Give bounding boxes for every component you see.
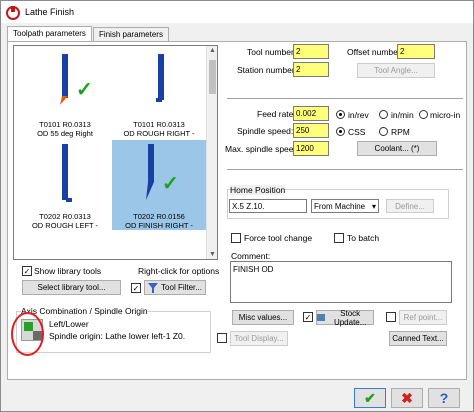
tool-list-scrollbar[interactable]: ▲ ▼ <box>206 46 217 259</box>
tool-number-label: T0202 R0.0156 <box>133 212 185 221</box>
stock-update-label: Stock Update... <box>333 308 367 327</box>
selected-check-icon: ✓ <box>76 79 93 101</box>
divider <box>227 98 463 99</box>
ok-check-icon: ✔ <box>364 389 376 406</box>
micro-in-radio[interactable] <box>419 110 428 119</box>
in-min-radio[interactable] <box>379 110 388 119</box>
max-spindle-speed-input[interactable]: 1200 <box>293 141 329 156</box>
ref-point-button[interactable]: Ref point... <box>399 310 447 325</box>
rpm-radio[interactable] <box>379 127 388 136</box>
scroll-up-icon[interactable]: ▲ <box>209 47 216 54</box>
tool-item[interactable]: T0202 R0.0313 OD ROUGH LEFT - <box>18 140 112 230</box>
right-click-hint: Right-click for options <box>138 266 220 276</box>
spindle-speed-input[interactable]: 250 <box>293 123 329 138</box>
title-bar: Lathe Finish <box>1 1 473 23</box>
stock-update-button[interactable]: Stock Update... <box>316 308 374 327</box>
divider <box>227 169 463 170</box>
tool-desc-label: OD FINISH RIGHT - <box>125 221 193 230</box>
stock-update-checkbox[interactable]: ✓ <box>303 312 313 322</box>
tool-item-selected[interactable]: ✓ T0202 R0.0156 OD FINISH RIGHT - <box>112 140 206 230</box>
home-mode-value: From Machine <box>314 202 366 211</box>
micro-in-label: micro-in <box>430 110 461 120</box>
ref-point-checkbox[interactable] <box>386 312 396 322</box>
tool-holder-image <box>62 144 68 200</box>
offset-number-input[interactable]: 2 <box>397 44 435 59</box>
scroll-thumb[interactable] <box>209 60 216 94</box>
window-title: Lathe Finish <box>25 7 75 17</box>
insert-tip-icon <box>60 96 68 105</box>
max-spindle-speed-label: Max. spindle speed: <box>225 144 301 154</box>
tool-angle-button[interactable]: Tool Angle... <box>357 63 435 78</box>
css-radio[interactable] <box>336 127 345 136</box>
scroll-down-icon[interactable]: ▼ <box>209 251 216 258</box>
tab-toolpath-parameters[interactable]: Toolpath parameters <box>7 26 92 41</box>
tool-list[interactable]: ✓ T0101 R0.0313 OD 55 deg Right T0101 R0.… <box>13 45 218 260</box>
tool-desc-label: OD 55 deg Right <box>37 129 93 138</box>
rpm-label: RPM <box>391 127 410 137</box>
spindle-origin-label: Spindle origin: Lathe lower left-1 Z0. <box>49 331 186 341</box>
misc-values-button[interactable]: Misc values... <box>232 310 294 325</box>
comment-textarea[interactable]: FINISH OD <box>230 261 452 303</box>
station-number-input[interactable]: 2 <box>293 62 329 77</box>
tab-finish-parameters[interactable]: Finish parameters <box>92 27 169 41</box>
force-tool-change-label: Force tool change <box>244 233 313 243</box>
canned-text-button[interactable]: Canned Text... <box>389 331 447 346</box>
define-button[interactable]: Define... <box>386 199 434 213</box>
in-min-label: in/min <box>391 110 414 120</box>
css-label: CSS <box>348 127 366 137</box>
tool-number-label: Tool number: <box>247 47 297 57</box>
mastercam-app-icon <box>5 4 21 20</box>
tab-strip: Toolpath parameters Finish parameters <box>7 26 170 41</box>
in-rev-label: in/rev <box>348 110 369 120</box>
axis-combination-title: Axis Combination / Spindle Origin <box>21 306 148 316</box>
annotation-circle <box>11 312 44 356</box>
select-library-tool-button[interactable]: Select library tool... <box>22 280 121 295</box>
tool-display-button[interactable]: Tool Display... <box>230 331 288 346</box>
tool-desc-label: OD ROUGH LEFT - <box>31 221 99 230</box>
insert-tip-icon <box>66 198 72 202</box>
coolant-button[interactable]: Coolant... (*) <box>357 141 437 156</box>
tool-display-checkbox[interactable] <box>217 333 227 343</box>
cancel-x-icon: ✖ <box>401 389 413 406</box>
home-mode-select[interactable]: From Machine ▾ <box>311 199 379 213</box>
ok-button[interactable]: ✔ <box>354 388 386 408</box>
to-batch-checkbox[interactable] <box>334 233 344 243</box>
in-rev-radio[interactable] <box>336 110 345 119</box>
selected-check-icon: ✓ <box>162 173 179 195</box>
tool-item[interactable]: ✓ T0101 R0.0313 OD 55 deg Right <box>18 48 112 138</box>
tool-holder-image <box>158 54 164 100</box>
insert-tip-icon <box>156 98 162 102</box>
home-position-title: Home Position <box>230 185 286 195</box>
stock-icon <box>317 314 326 321</box>
tool-filter-button[interactable]: Tool Filter... <box>144 280 206 295</box>
tool-number-input[interactable]: 2 <box>293 44 329 59</box>
home-coords-input[interactable]: X.5 Z.10. <box>229 199 307 213</box>
chevron-down-icon: ▾ <box>371 202 376 211</box>
tool-filter-label: Tool Filter... <box>161 283 202 292</box>
show-library-tools-label: Show library tools <box>34 266 102 276</box>
cancel-button[interactable]: ✖ <box>391 388 423 408</box>
lathe-finish-dialog: Lathe Finish Toolpath parameters Finish … <box>0 0 474 412</box>
feed-rate-label: Feed rate: <box>257 109 296 119</box>
offset-number-label: Offset number: <box>347 47 404 57</box>
tool-desc-label: OD ROUGH RIGHT - <box>123 129 195 138</box>
spindle-speed-label: Spindle speed: <box>237 126 294 136</box>
help-button[interactable]: ? <box>428 388 460 408</box>
feed-rate-input[interactable]: 0.002 <box>293 106 329 121</box>
to-batch-label: To batch <box>347 233 380 243</box>
filter-icon <box>148 282 159 293</box>
tool-number-label: T0101 R0.0313 <box>39 120 91 129</box>
comment-label: Comment: <box>231 251 271 261</box>
tool-holder-image <box>62 54 68 98</box>
tool-number-label: T0202 R0.0313 <box>39 212 91 221</box>
force-tool-change-checkbox[interactable] <box>231 233 241 243</box>
tool-holder-image <box>146 144 154 200</box>
show-library-tools-checkbox[interactable]: ✓ <box>22 266 32 276</box>
help-question-icon: ? <box>439 390 449 406</box>
tool-item[interactable]: T0101 R0.0313 OD ROUGH RIGHT - <box>112 48 206 138</box>
station-number-label: Station number: <box>237 65 298 75</box>
tool-filter-checkbox[interactable]: ✓ <box>131 283 141 293</box>
left-lower-label: Left/Lower <box>49 319 89 329</box>
tool-number-label: T0101 R0.0313 <box>133 120 185 129</box>
